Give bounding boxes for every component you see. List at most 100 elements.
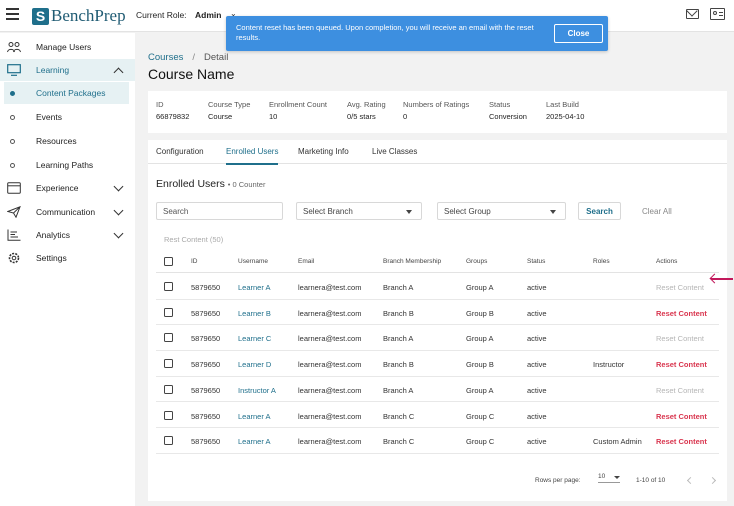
sidebar-item-label: Communication	[36, 207, 96, 217]
cell-username[interactable]: Learner C	[238, 334, 271, 343]
section-title-text: Enrolled Users	[156, 178, 225, 190]
row-checkbox[interactable]	[164, 359, 173, 369]
logo[interactable]: S BenchPrep	[32, 6, 126, 26]
cell-username[interactable]: Learner A	[238, 437, 271, 446]
cell-group: Group C	[466, 411, 495, 421]
chevron-down-icon[interactable]	[113, 228, 124, 238]
cell-group: Group B	[466, 308, 494, 318]
sidebar-item-experience[interactable]: Experience	[0, 177, 135, 199]
rows-per-page-select[interactable]: 10	[598, 473, 620, 483]
row-checkbox[interactable]	[164, 436, 173, 446]
cell-email: learnera@test.com	[298, 283, 362, 292]
branch-select[interactable]: Select Branch	[296, 202, 422, 220]
sidebar-item-resources[interactable]: Resources	[0, 130, 135, 152]
cell-id: 5879650	[191, 283, 221, 292]
row-checkbox[interactable]	[164, 410, 173, 420]
cell-username[interactable]: Learner A	[238, 283, 271, 292]
column-header[interactable]: Username	[238, 258, 268, 265]
chevron-right-icon[interactable]	[708, 476, 717, 485]
row-checkbox[interactable]	[164, 307, 173, 317]
chevron-up-icon[interactable]	[113, 67, 124, 77]
reset-content-button[interactable]: Reset Content	[656, 309, 707, 318]
caret-down-icon	[614, 476, 620, 479]
sidebar-item-label: Events	[36, 112, 62, 122]
sidebar-item-label: Analytics	[36, 230, 71, 240]
cell-status: active	[527, 308, 547, 318]
search-button[interactable]: Search	[578, 202, 621, 220]
caret-down-icon	[550, 210, 556, 214]
sidebar-item-events[interactable]: Events	[0, 106, 135, 128]
select-all-checkbox[interactable]	[164, 257, 173, 266]
chevron-down-icon[interactable]	[113, 181, 124, 191]
sidebar-item-communication[interactable]: Communication	[0, 201, 135, 223]
tab-enrolled-users[interactable]: Enrolled Users	[226, 147, 279, 165]
cell-status: active	[527, 437, 547, 447]
column-header[interactable]: Status	[527, 258, 545, 265]
cell-status: active	[527, 334, 547, 344]
reset-content-button[interactable]: Reset Content	[656, 437, 707, 446]
cell-id: 5879650	[191, 360, 221, 370]
course-info-card: ID 66879832 Course Type Course Enrollment …	[148, 91, 727, 133]
cell-status: active	[527, 283, 547, 292]
reset-all-button[interactable]: Rest Content (50)	[164, 235, 223, 244]
monitor-icon	[7, 64, 21, 76]
chevron-down-icon[interactable]	[113, 205, 124, 215]
cell-username[interactable]: Learner D	[238, 360, 271, 369]
sidebar-item-label: Experience	[36, 183, 79, 193]
column-header[interactable]: Actions	[656, 258, 677, 265]
bullet-icon	[10, 90, 15, 96]
sidebar-item-learning-paths[interactable]: Learning Paths	[0, 154, 135, 176]
sidebar-item-learning[interactable]: Learning	[0, 59, 135, 81]
column-header[interactable]: Email	[298, 258, 314, 265]
bullet-icon	[10, 138, 15, 144]
cell-branch: Branch A	[383, 385, 414, 395]
column-header[interactable]: Branch Membership	[383, 258, 441, 265]
breadcrumb-link-courses[interactable]: Courses	[148, 52, 183, 63]
cell-status: active	[527, 360, 547, 370]
group-select[interactable]: Select Group	[437, 202, 566, 220]
column-header[interactable]: Roles	[593, 258, 610, 265]
sidebar-item-analytics[interactable]: Analytics	[0, 224, 135, 246]
mail-icon[interactable]	[686, 9, 699, 19]
cell-email: learnera@test.com	[298, 308, 362, 318]
cell-username[interactable]: Instructor A	[238, 386, 276, 395]
row-checkbox[interactable]	[164, 282, 173, 291]
contact-card-icon[interactable]	[710, 8, 725, 20]
toast-close-button[interactable]: Close	[554, 24, 603, 43]
cell-group: Group A	[466, 385, 494, 395]
reset-content-button[interactable]: Reset Content	[656, 360, 707, 369]
search-input[interactable]	[156, 202, 283, 220]
column-header[interactable]: ID	[191, 258, 198, 265]
role-value[interactable]: Admin	[195, 10, 221, 20]
sidebar-item-manage-users[interactable]: Manage Users	[0, 36, 135, 58]
tab-configuration[interactable]: Configuration	[156, 147, 204, 156]
table-row: 5879650 Learner B learnera@test.com Branch …	[156, 300, 719, 326]
tab-marketing-info[interactable]: Marketing Info	[298, 147, 349, 156]
table-header: ID Username Email Branch Membership Grou…	[156, 251, 719, 273]
cell-email: learnera@test.com	[298, 411, 362, 421]
cell-id: 5879650	[191, 385, 221, 395]
tab-live-classes[interactable]: Live Classes	[372, 147, 417, 156]
hamburger-icon[interactable]	[6, 8, 19, 20]
toast-message: Content reset has been queued. Upon comp…	[236, 23, 534, 42]
column-header[interactable]: Groups	[466, 258, 487, 265]
cell-branch: Branch A	[383, 283, 414, 292]
sidebar-item-label: Learning	[36, 65, 70, 75]
info-id: ID 66879832	[156, 100, 189, 121]
info-avg-rating: Avg. Rating 0/5 stars	[347, 100, 386, 121]
info-last-build: Last Build 2025-04-10	[546, 100, 584, 121]
row-checkbox[interactable]	[164, 333, 173, 343]
sidebar-item-settings[interactable]: Settings	[0, 247, 135, 269]
row-checkbox[interactable]	[164, 384, 173, 394]
reset-content-button[interactable]: Reset Content	[656, 412, 707, 421]
page-title: Course Name	[148, 66, 235, 82]
cell-username[interactable]: Learner B	[238, 309, 271, 318]
sidebar-item-content-packages[interactable]: Content Packages	[4, 82, 129, 104]
chevron-left-icon[interactable]	[686, 476, 695, 485]
clear-all-button[interactable]: Clear All	[642, 207, 672, 216]
cell-email: learnera@test.com	[298, 385, 362, 395]
users-icon	[7, 42, 21, 53]
info-number-of-ratings: Numbers of Ratings 0	[403, 100, 469, 121]
cell-username[interactable]: Learner A	[238, 412, 271, 421]
cell-branch: Branch A	[383, 334, 414, 344]
